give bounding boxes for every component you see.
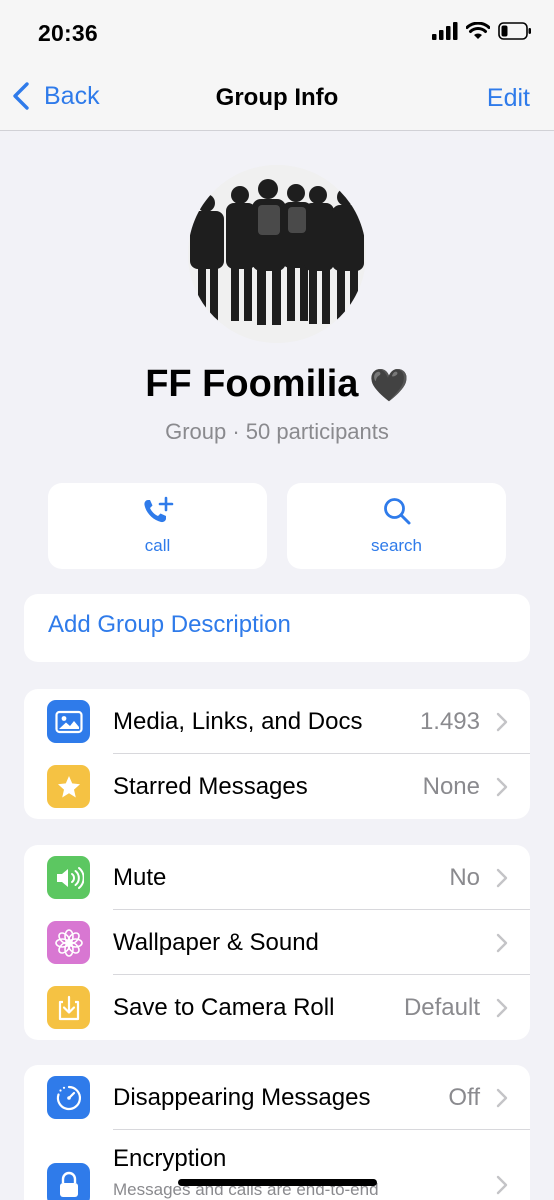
battery-icon [498, 22, 531, 40]
star-icon [47, 765, 90, 808]
download-icon [47, 986, 90, 1029]
media-section: Media, Links, and Docs 1.493 Starred Mes… [24, 689, 530, 819]
settings-section: Mute No Wallpaper & Sound Save to Camera… [24, 845, 530, 1040]
chevron-right-icon [496, 868, 508, 888]
mute-row[interactable]: Mute No [24, 845, 530, 910]
call-label: call [144, 536, 171, 555]
description-card: Add Group Description [24, 594, 530, 662]
row-value: 1.493 [419, 708, 480, 735]
edit-button[interactable]: Edit [487, 84, 530, 113]
chevron-right-icon [496, 1175, 508, 1195]
status-time: 20:36 [38, 20, 98, 46]
timer-icon [47, 1076, 90, 1119]
chevron-right-icon [496, 777, 508, 797]
home-indicator[interactable] [178, 1179, 377, 1186]
flower-icon [47, 921, 90, 964]
group-photo-image [188, 165, 366, 343]
row-label: Wallpaper & Sound [113, 929, 319, 956]
phone-plus-icon [143, 496, 173, 523]
black-heart-emoji: 🖤 [368, 367, 409, 403]
status-icons [432, 22, 532, 40]
chevron-right-icon [496, 933, 508, 953]
group-avatar[interactable] [188, 165, 366, 343]
speaker-icon [47, 856, 90, 899]
group-name-text: FF Foomilia [145, 363, 359, 405]
wallpaper-sound-row[interactable]: Wallpaper & Sound [24, 910, 530, 975]
search-label: search [370, 536, 423, 555]
row-label: Disappearing Messages [113, 1084, 371, 1111]
page-title: Group Info [215, 84, 339, 111]
wifi-icon [466, 22, 490, 39]
starred-messages-row[interactable]: Starred Messages None [24, 754, 530, 819]
navigation-bar: Back Group Info Edit [0, 70, 554, 131]
status-bar: 20:36 [0, 0, 554, 70]
row-value: No [449, 864, 480, 891]
row-label: Encryption [113, 1145, 227, 1172]
save-to-camera-roll-row[interactable]: Save to Camera Roll Default [24, 975, 530, 1040]
row-label: Mute [113, 864, 167, 891]
row-value: Default [403, 994, 480, 1021]
row-label: Media, Links, and Docs [113, 708, 363, 735]
row-label: Save to Camera Roll [113, 994, 335, 1021]
group-name: FF Foomilia 🖤 [0, 363, 554, 406]
row-label: Starred Messages [113, 773, 308, 800]
add-group-description-link[interactable]: Add Group Description [48, 611, 291, 639]
call-button[interactable]: call [48, 483, 267, 569]
encryption-row[interactable]: Encryption Messages and calls are end-to… [24, 1130, 530, 1200]
disappearing-messages-row[interactable]: Disappearing Messages Off [24, 1065, 530, 1130]
chevron-right-icon [496, 998, 508, 1018]
row-value: Off [448, 1084, 480, 1111]
row-value: None [422, 773, 480, 800]
cellular-signal-icon [432, 22, 458, 40]
lock-icon [47, 1163, 90, 1200]
group-subtitle: Group · 50 participants [165, 419, 389, 444]
search-button[interactable]: search [287, 483, 506, 569]
magnifier-icon [383, 498, 410, 525]
media-links-docs-row[interactable]: Media, Links, and Docs 1.493 [24, 689, 530, 754]
chevron-right-icon [496, 712, 508, 732]
photo-icon [47, 700, 90, 743]
chevron-right-icon [496, 1088, 508, 1108]
